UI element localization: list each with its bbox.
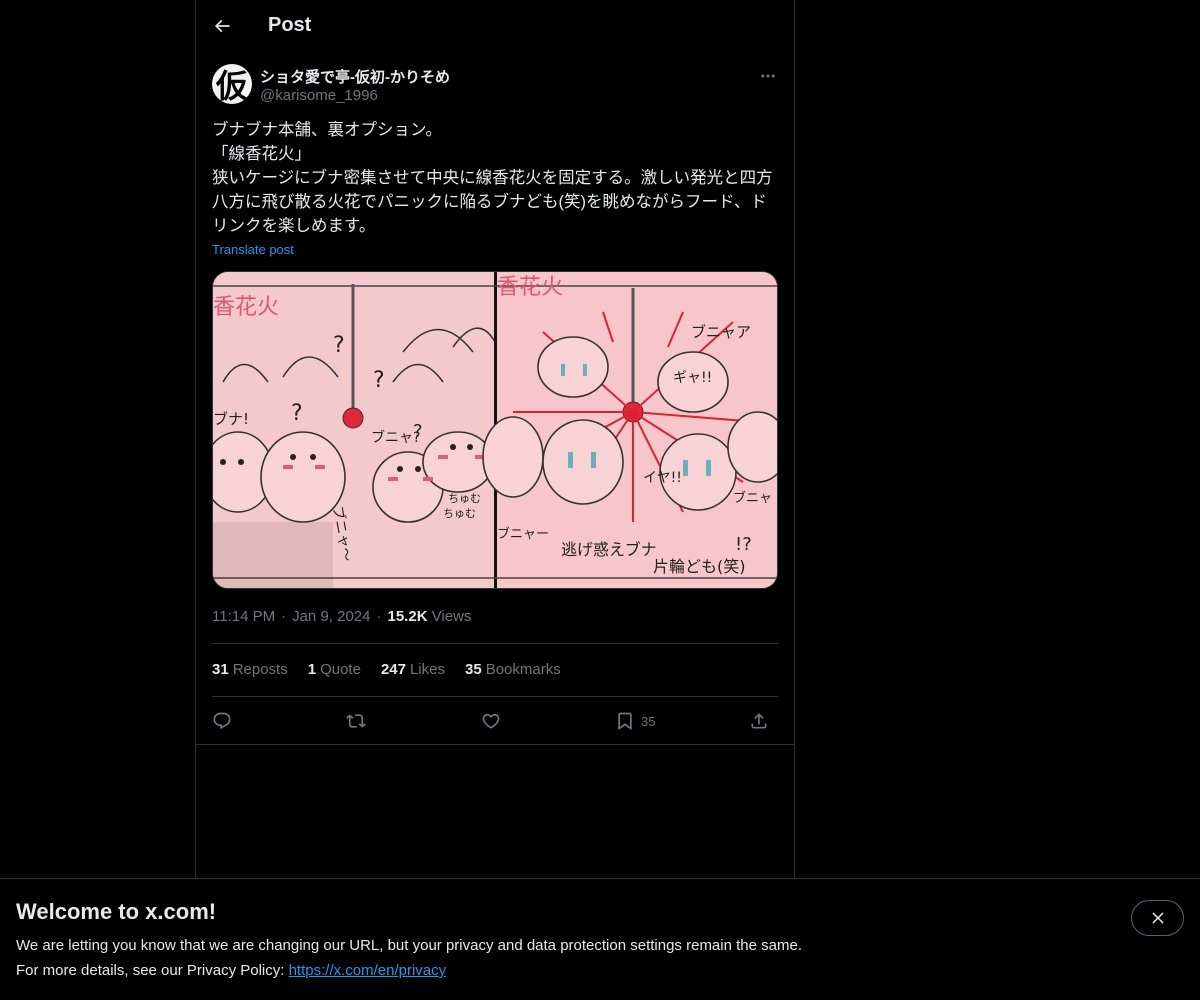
eye-5 xyxy=(450,444,456,450)
main-column: Post 仮 ショタ愛で亭-仮初-かりそめ @karisome_1996 ブナブ… xyxy=(195,0,795,880)
left-text-q3: ? xyxy=(291,401,303,426)
divider xyxy=(212,696,778,697)
close-icon xyxy=(1151,912,1164,924)
page-header: Post xyxy=(196,0,794,54)
tear-2 xyxy=(591,452,596,468)
welcome-banner: Welcome to x.com! We are letting you kno… xyxy=(0,878,1200,1000)
eye-8 xyxy=(238,459,244,465)
bookmark-count: 35 xyxy=(641,713,656,729)
photo-shadow xyxy=(213,522,333,588)
reposts-stat[interactable]: 31 Reposts xyxy=(212,661,288,678)
right-text-iya: イヤ!! xyxy=(643,470,682,486)
left-text-buna: ブナ! xyxy=(213,410,249,428)
right-text-exq: !? xyxy=(735,534,752,555)
banner-privacy-line: For more details, see our Privacy Policy… xyxy=(16,962,446,979)
left-sparkler xyxy=(342,407,364,429)
action-bar: 35 xyxy=(212,706,778,736)
right-blob-2 xyxy=(542,419,624,505)
right-text-nigemadoe: 逃げ惑えブナ xyxy=(561,540,657,559)
blush-4 xyxy=(423,477,433,481)
tear-5 xyxy=(561,364,565,376)
share-icon xyxy=(751,713,767,729)
author-handle[interactable]: @karisome_1996 xyxy=(260,87,378,104)
banner-message: We are letting you know that we are chan… xyxy=(16,937,802,954)
left-text-chumu-2: ちゅむ xyxy=(443,507,476,520)
author-display-name[interactable]: ショタ愛で亭-仮初-かりそめ xyxy=(260,66,450,87)
eye-6 xyxy=(467,444,473,450)
repost-icon xyxy=(346,714,366,728)
engagement-stats: 31 Reposts 1 Quote 247 Likes 35 Bookmarks xyxy=(212,661,561,678)
post-date[interactable]: Jan 9, 2024 xyxy=(292,608,370,625)
tear-6 xyxy=(583,364,587,376)
right-text-bunyaa: ブニャア xyxy=(691,323,751,341)
like-button[interactable] xyxy=(481,706,501,736)
privacy-policy-link[interactable]: https://x.com/en/privacy xyxy=(289,962,447,979)
heart-icon xyxy=(482,713,500,729)
meta-separator: · xyxy=(281,608,287,625)
back-button[interactable] xyxy=(204,8,240,44)
bookmark-icon xyxy=(618,712,632,731)
quotes-stat[interactable]: 1 Quote xyxy=(308,661,361,678)
more-horizontal-icon xyxy=(761,74,775,78)
eye-2 xyxy=(310,454,316,460)
blush-3 xyxy=(388,477,398,481)
right-panel-heading: 香花火 xyxy=(497,275,563,300)
views-count: 15.2K xyxy=(387,608,428,625)
blush-2 xyxy=(315,465,325,469)
tear-4 xyxy=(706,460,711,476)
close-banner-button[interactable] xyxy=(1131,900,1184,936)
avatar[interactable]: 仮 xyxy=(212,64,252,104)
right-text-bunya: ブニャ xyxy=(733,490,772,506)
left-text-q4: ? xyxy=(413,421,423,442)
eye-7 xyxy=(220,459,226,465)
more-options-button[interactable] xyxy=(756,64,780,88)
eye-4 xyxy=(415,466,421,472)
post-time[interactable]: 11:14 PM xyxy=(212,608,275,625)
bookmarks-stat[interactable]: 35 Bookmarks xyxy=(465,661,561,678)
repost-button[interactable] xyxy=(346,706,366,736)
arrow-left-icon xyxy=(214,19,230,33)
right-blob-back-1 xyxy=(537,336,609,398)
divider xyxy=(212,643,778,644)
blush-1 xyxy=(283,465,293,469)
right-text-bunyaa-2: ブニャー xyxy=(497,526,549,542)
tear-1 xyxy=(568,452,573,468)
author-row: 仮 ショタ愛で亭-仮初-かりそめ @karisome_1996 xyxy=(212,64,778,108)
meta-separator: · xyxy=(376,608,382,625)
views-label: Views xyxy=(431,608,472,625)
left-text-q1: ? xyxy=(333,333,345,358)
tweet-text: ブナブナ本舗、裏オプション。 「線香花火」 狭いケージにブナ密集させて中央に線香… xyxy=(212,121,773,235)
left-text-q2: ? xyxy=(373,368,385,393)
comic-illustration: 香花火 ブナ! ブニャ? ブニャ～ ちゅむ ちゅむ ? ? ? ? 香花火 ブニ… xyxy=(213,272,777,588)
share-button[interactable] xyxy=(749,706,769,736)
right-blob-1 xyxy=(482,416,544,498)
tear-3 xyxy=(683,460,688,476)
right-text-katawa: 片輪ども(笑) xyxy=(653,557,746,576)
post-meta: 11:14 PM · Jan 9, 2024 · 15.2K Views xyxy=(212,608,471,625)
right-text-gya: ギャ!! xyxy=(673,370,712,386)
blush-5 xyxy=(438,455,448,459)
left-text-chumu-1: ちゅむ xyxy=(448,492,481,505)
banner-privacy-prefix: For more details, see our Privacy Policy… xyxy=(16,962,289,979)
likes-stat[interactable]: 247 Likes xyxy=(381,661,445,678)
eye-3 xyxy=(397,466,403,472)
banner-title: Welcome to x.com! xyxy=(16,899,217,924)
translate-post-link[interactable]: Translate post xyxy=(212,242,294,257)
eye-1 xyxy=(290,454,296,460)
reply-icon xyxy=(213,712,231,730)
reply-button[interactable] xyxy=(212,706,232,736)
left-panel-heading: 香花火 xyxy=(213,295,279,320)
page-title: Post xyxy=(268,14,312,36)
divider xyxy=(196,744,794,745)
bookmark-button[interactable]: 35 xyxy=(615,706,655,736)
tweet-media-image[interactable]: 香花火 ブナ! ブニャ? ブニャ～ ちゅむ ちゅむ ? ? ? ? 香花火 ブニ… xyxy=(212,271,778,589)
